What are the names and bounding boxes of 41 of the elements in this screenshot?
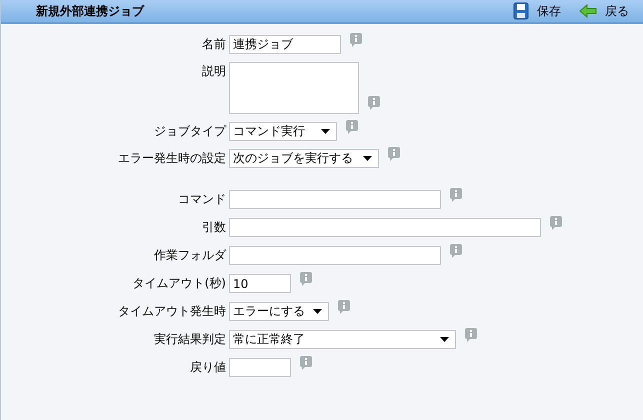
field-label: 実行結果判定 bbox=[153, 331, 227, 348]
info-icon[interactable] bbox=[450, 244, 462, 258]
field-label: 名前 bbox=[201, 36, 227, 53]
field-label: エラー発生時の設定 bbox=[117, 150, 227, 167]
save-button[interactable]: 保存 bbox=[513, 2, 561, 20]
field-label: 戻り値 bbox=[189, 359, 227, 376]
field-label: 作業フォルダ bbox=[153, 247, 228, 264]
info-icon[interactable] bbox=[300, 272, 312, 286]
info-icon[interactable] bbox=[368, 96, 380, 110]
caret-icon bbox=[313, 309, 322, 314]
info-icon[interactable] bbox=[338, 300, 350, 314]
field-label: 引数 bbox=[201, 219, 227, 236]
page-title: 新規外部連携ジョブ bbox=[36, 2, 144, 20]
dropdown[interactable]: コマンド実行 bbox=[229, 122, 337, 141]
info-icon[interactable] bbox=[465, 328, 477, 342]
field-label: コマンド bbox=[177, 191, 227, 208]
caret-icon bbox=[363, 156, 372, 161]
field-label: ジョブタイプ bbox=[153, 123, 228, 140]
caret-icon bbox=[440, 337, 449, 342]
info-icon[interactable] bbox=[388, 147, 400, 161]
dropdown[interactable]: エラーにする bbox=[229, 302, 329, 321]
text-area[interactable] bbox=[229, 62, 359, 114]
text-field[interactable]: 10 bbox=[229, 274, 291, 293]
dropdown[interactable]: 次のジョブを実行する bbox=[229, 149, 379, 168]
field-label: タイムアウト発生時 bbox=[117, 303, 227, 320]
info-icon[interactable] bbox=[550, 216, 562, 230]
info-icon[interactable] bbox=[350, 33, 362, 47]
info-icon[interactable] bbox=[300, 356, 312, 370]
left-arrow-icon bbox=[579, 4, 597, 18]
text-field[interactable] bbox=[229, 246, 441, 265]
dropdown[interactable]: 常に正常終了 bbox=[229, 330, 456, 349]
text-field[interactable] bbox=[229, 358, 291, 377]
text-field[interactable] bbox=[229, 218, 541, 237]
text-field[interactable]: 連携ジョブ bbox=[229, 35, 341, 54]
info-icon[interactable] bbox=[346, 120, 358, 134]
back-button[interactable]: 戻る bbox=[579, 2, 629, 20]
caret-icon bbox=[321, 129, 330, 134]
text-field[interactable] bbox=[229, 190, 441, 209]
field-label: タイムアウト(秒) bbox=[132, 275, 227, 292]
info-icon[interactable] bbox=[450, 188, 462, 202]
field-label: 説明 bbox=[201, 63, 227, 80]
